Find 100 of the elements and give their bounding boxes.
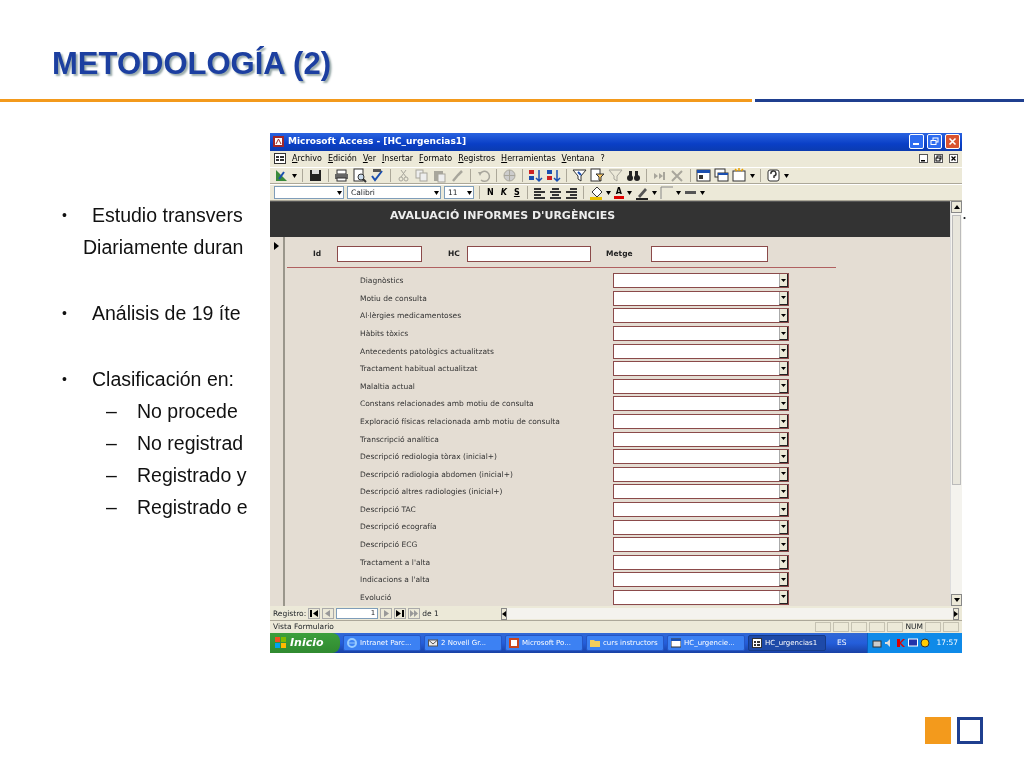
last-record-button[interactable] xyxy=(394,607,407,619)
align-right-icon[interactable] xyxy=(564,186,578,199)
caret-icon[interactable] xyxy=(750,173,755,178)
vertical-scrollbar[interactable] xyxy=(950,201,962,607)
bullet-text: Análisis de 19 íte xyxy=(92,301,241,326)
combo-box[interactable] xyxy=(613,431,789,447)
bold-button[interactable]: N xyxy=(485,186,496,199)
combo-box[interactable] xyxy=(613,361,789,377)
caret-icon[interactable] xyxy=(605,190,611,195)
caret-icon[interactable] xyxy=(699,190,705,195)
close-icon[interactable] xyxy=(949,154,958,164)
bullet-marker: – xyxy=(106,463,118,488)
next-record-icon xyxy=(382,609,391,617)
caret-icon[interactable] xyxy=(292,173,297,178)
scrollbar-thumb[interactable] xyxy=(952,215,961,486)
menu-item[interactable]: Archivo xyxy=(292,152,322,165)
menu-item[interactable]: ? xyxy=(600,152,605,165)
minimize-icon[interactable] xyxy=(919,154,928,164)
caret-icon xyxy=(781,577,786,581)
caret-icon xyxy=(781,366,786,370)
status-panel xyxy=(851,622,868,633)
properties-icon[interactable] xyxy=(696,168,711,184)
horizontal-scrollbar[interactable] xyxy=(500,607,959,619)
combo-box[interactable] xyxy=(613,396,789,412)
restore-icon[interactable] xyxy=(934,154,943,164)
combo-box[interactable] xyxy=(613,414,789,430)
combo-box[interactable] xyxy=(613,343,789,359)
scroll-left-button[interactable] xyxy=(500,607,507,620)
paint-bucket-icon[interactable] xyxy=(588,185,603,200)
combo-box[interactable] xyxy=(613,572,789,588)
underline-button[interactable]: S xyxy=(511,186,522,199)
restore-button[interactable] xyxy=(927,134,942,150)
sort-descending-icon[interactable] xyxy=(546,168,561,184)
last-record-icon xyxy=(396,609,405,617)
italic-button[interactable]: K xyxy=(498,186,509,199)
caret-icon[interactable] xyxy=(651,190,657,195)
caret-icon xyxy=(781,349,786,353)
combo-box[interactable] xyxy=(613,449,789,465)
bullet-marker: • xyxy=(62,206,68,225)
menu-item[interactable]: Formato xyxy=(419,152,453,165)
text-field[interactable] xyxy=(651,246,768,262)
close-button[interactable] xyxy=(945,134,960,150)
printer-icon[interactable] xyxy=(334,168,349,184)
combo-box[interactable] xyxy=(613,537,789,553)
form-icon xyxy=(752,638,762,648)
filter-icon[interactable] xyxy=(572,168,587,184)
scroll-down-button[interactable] xyxy=(951,594,962,607)
combo-box[interactable] xyxy=(613,466,789,482)
align-left-icon[interactable] xyxy=(532,186,546,199)
print-preview-icon[interactable] xyxy=(352,168,367,184)
combo-box[interactable] xyxy=(613,484,789,500)
caret-icon[interactable] xyxy=(626,190,632,195)
left-arrow-icon xyxy=(501,610,506,617)
menu-item[interactable]: Herramientas xyxy=(501,152,556,165)
caret-icon xyxy=(781,331,786,335)
bullet-text: Registrado e xyxy=(137,495,248,520)
envelope-icon xyxy=(428,638,438,648)
combo-box[interactable] xyxy=(613,554,789,570)
caret-icon[interactable] xyxy=(784,173,789,178)
combo-box[interactable] xyxy=(613,326,789,342)
menu-item[interactable]: Ver xyxy=(362,152,376,165)
start-button[interactable]: Inicio xyxy=(270,633,340,653)
combo-box[interactable] xyxy=(613,308,789,324)
scroll-right-button[interactable] xyxy=(953,607,959,620)
combo-box[interactable] xyxy=(613,519,789,535)
minimize-button[interactable] xyxy=(909,134,924,150)
spellcheck-icon[interactable] xyxy=(370,168,385,184)
combo-box[interactable] xyxy=(613,378,789,394)
previous-record-icon xyxy=(324,609,333,617)
pen-icon[interactable] xyxy=(634,185,649,200)
bullet-marker: • xyxy=(62,370,68,389)
menu-item[interactable]: Registros xyxy=(458,152,496,165)
caret-icon[interactable] xyxy=(675,190,681,195)
help-icon[interactable] xyxy=(766,168,781,184)
combo-box[interactable] xyxy=(613,290,789,306)
text-field[interactable] xyxy=(337,246,422,262)
right-arrow-icon xyxy=(954,610,958,617)
menu-item[interactable]: Ventana xyxy=(561,152,595,165)
window-icon[interactable] xyxy=(714,168,729,184)
logo-square xyxy=(925,717,951,744)
menu-item[interactable]: Edición xyxy=(327,152,357,165)
combo-box[interactable] xyxy=(613,590,789,605)
font-color-button[interactable]: A xyxy=(613,186,624,199)
text-field[interactable] xyxy=(467,246,591,262)
filter-form-icon[interactable] xyxy=(590,168,605,184)
scroll-up-button[interactable] xyxy=(951,201,962,214)
combo-box[interactable] xyxy=(613,502,789,517)
binoculars-icon[interactable] xyxy=(626,168,641,184)
combo-box[interactable] xyxy=(613,273,789,289)
save-icon[interactable] xyxy=(308,168,323,184)
caret-icon xyxy=(781,401,786,405)
close-icon xyxy=(948,137,957,147)
view-icon[interactable] xyxy=(274,168,289,184)
sort-ascending-icon[interactable] xyxy=(528,168,543,184)
align-center-icon[interactable] xyxy=(548,186,562,199)
caret-icon xyxy=(781,489,786,493)
menu-item[interactable]: Insertar xyxy=(381,152,414,165)
monitor-icon[interactable] xyxy=(908,638,919,648)
first-record-button[interactable] xyxy=(308,607,321,619)
network-icon[interactable] xyxy=(872,638,883,648)
